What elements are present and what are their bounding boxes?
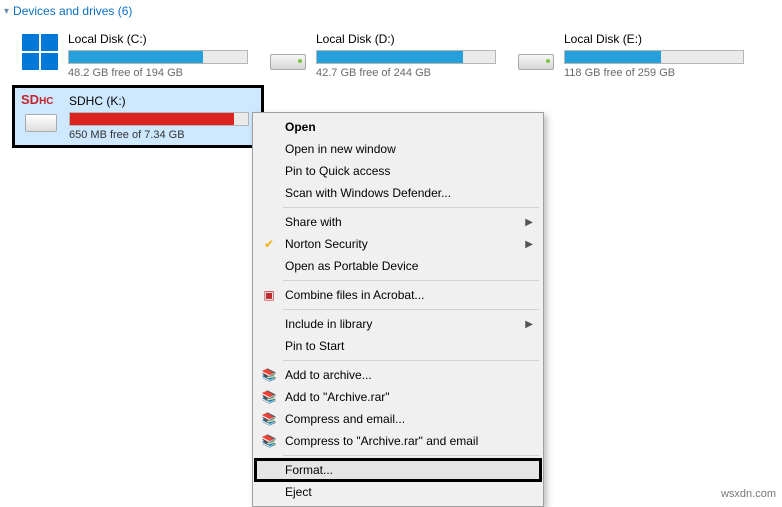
drive-name: Local Disk (E:) [564,32,752,46]
drive-local-d[interactable]: Local Disk (D:) 42.7 GB free of 244 GB [262,26,510,83]
section-header[interactable]: ▾ Devices and drives (6) [0,0,782,26]
menu-include-library[interactable]: Include in library▶ [255,313,541,335]
acrobat-icon: ▣ [261,287,277,303]
menu-separator [283,360,539,361]
menu-open[interactable]: Open [255,116,541,138]
menu-open-new-window[interactable]: Open in new window [255,138,541,160]
menu-separator [283,207,539,208]
drive-name: Local Disk (C:) [68,32,256,46]
chevron-down-icon: ▾ [4,6,9,17]
drive-name: SDHC (K:) [69,94,255,108]
menu-separator [283,455,539,456]
drive-name: Local Disk (D:) [316,32,504,46]
menu-pin-quick-access[interactable]: Pin to Quick access [255,160,541,182]
drive-free-text: 650 MB free of 7.34 GB [69,129,255,141]
winrar-icon: 📚 [261,389,277,405]
menu-format[interactable]: Format... [255,459,541,481]
submenu-arrow-icon: ▶ [525,239,533,250]
menu-add-archive[interactable]: 📚 Add to archive... [255,364,541,386]
drive-local-e[interactable]: Local Disk (E:) 118 GB free of 259 GB [510,26,758,83]
usage-bar [564,50,744,64]
submenu-arrow-icon: ▶ [525,319,533,330]
menu-compress-rar-email[interactable]: 📚 Compress to "Archive.rar" and email [255,430,541,452]
winrar-icon: 📚 [261,367,277,383]
menu-open-portable[interactable]: Open as Portable Device [255,255,541,277]
usage-bar [316,50,496,64]
usage-bar [68,50,248,64]
context-menu: Open Open in new window Pin to Quick acc… [252,112,544,507]
hdd-icon [516,30,556,70]
menu-share-with[interactable]: Share with▶ [255,211,541,233]
hdd-icon [268,30,308,70]
menu-eject[interactable]: Eject [255,481,541,503]
usage-bar [69,112,249,126]
drive-sdhc-k[interactable]: SDHC SDHC (K:) 650 MB free of 7.34 GB [14,87,262,146]
menu-separator [283,280,539,281]
drive-free-text: 48.2 GB free of 194 GB [68,67,256,79]
windows-drive-icon [20,30,60,70]
sdhc-icon: SDHC [21,92,61,132]
submenu-arrow-icon: ▶ [525,217,533,228]
drive-free-text: 118 GB free of 259 GB [564,67,752,79]
section-title: Devices and drives (6) [13,4,132,18]
menu-norton-security[interactable]: ✔ Norton Security▶ [255,233,541,255]
menu-pin-start[interactable]: Pin to Start [255,335,541,357]
menu-add-archive-rar[interactable]: 📚 Add to "Archive.rar" [255,386,541,408]
winrar-icon: 📚 [261,411,277,427]
winrar-icon: 📚 [261,433,277,449]
drive-free-text: 42.7 GB free of 244 GB [316,67,504,79]
watermark: wsxdn.com [721,488,776,500]
menu-combine-acrobat[interactable]: ▣ Combine files in Acrobat... [255,284,541,306]
menu-compress-email[interactable]: 📚 Compress and email... [255,408,541,430]
menu-separator [283,309,539,310]
menu-scan-defender[interactable]: Scan with Windows Defender... [255,182,541,204]
drive-local-c[interactable]: Local Disk (C:) 48.2 GB free of 194 GB [14,26,262,83]
norton-icon: ✔ [261,236,277,252]
